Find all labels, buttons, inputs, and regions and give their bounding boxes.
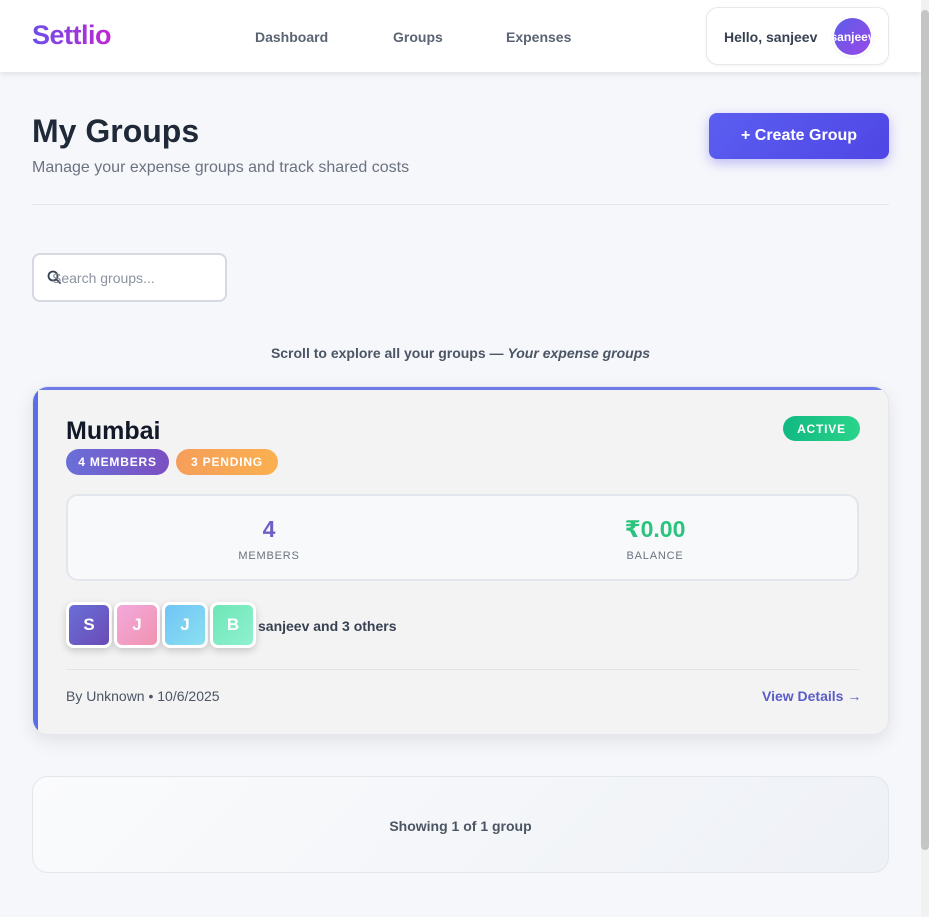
member-avatar: J <box>162 602 208 648</box>
group-card[interactable]: Mumbai ACTIVE 4 MEMBERS 3 PENDING 4 MEMB… <box>32 386 889 735</box>
members-count: 4 <box>262 516 276 542</box>
members-label: MEMBERS <box>238 550 300 562</box>
nav-dashboard[interactable]: Dashboard <box>255 29 328 45</box>
balance-value: ₹0.00 <box>624 516 686 542</box>
member-avatar: S <box>66 602 112 648</box>
scrollbar-thumb[interactable] <box>921 10 929 850</box>
user-greeting: Hello, sanjeev <box>724 29 818 45</box>
search-box[interactable] <box>32 253 227 302</box>
card-accent-left <box>33 387 38 734</box>
card-divider <box>66 669 859 670</box>
nav-expenses[interactable]: Expenses <box>506 29 571 45</box>
members-pill: 4 MEMBERS <box>66 449 169 475</box>
section-divider <box>32 204 889 205</box>
group-stats: 4 MEMBERS ₹0.00 BALANCE <box>66 494 859 581</box>
status-badge: ACTIVE <box>783 416 860 441</box>
create-group-button[interactable]: + Create Group <box>709 113 889 159</box>
member-avatar: J <box>114 602 160 648</box>
user-avatar[interactable]: sanjeev <box>834 18 871 55</box>
member-avatar-initial: S <box>83 615 95 634</box>
balance-label: BALANCE <box>626 550 684 562</box>
group-name: Mumbai <box>66 417 161 445</box>
group-meta: By Unknown • 10/6/2025 <box>66 688 220 704</box>
scroll-hint-text: Scroll to explore all your groups — <box>270 345 508 361</box>
member-avatar-initial: B <box>226 615 240 634</box>
search-input[interactable] <box>50 255 220 300</box>
nav-groups[interactable]: Groups <box>393 29 443 45</box>
user-avatar-text: sanjeev <box>834 29 871 44</box>
results-summary: Showing 1 of 1 group <box>32 776 889 873</box>
brand-logo[interactable]: Settlio <box>32 20 112 51</box>
scroll-hint: Scroll to explore all your groups — Your… <box>0 345 921 361</box>
scroll-hint-emphasis: Your expense groups <box>507 345 651 361</box>
member-avatar: B <box>210 602 256 648</box>
card-accent-top <box>33 387 888 390</box>
results-count: Showing 1 of 1 group <box>389 818 532 834</box>
member-avatar-initial: J <box>132 615 142 634</box>
user-menu[interactable]: Hello, sanjeev sanjeev <box>706 7 889 65</box>
member-avatar-initial: J <box>180 615 190 634</box>
page-title: My Groups <box>32 113 200 149</box>
page-subtitle: Manage your expense groups and track sha… <box>32 159 410 176</box>
members-summary: sanjeev and 3 others <box>258 618 397 634</box>
top-navbar: Settlio Dashboard Groups Expenses Hello,… <box>0 0 921 72</box>
view-details-link[interactable]: View Details → <box>762 688 861 704</box>
pending-pill: 3 PENDING <box>176 449 278 475</box>
